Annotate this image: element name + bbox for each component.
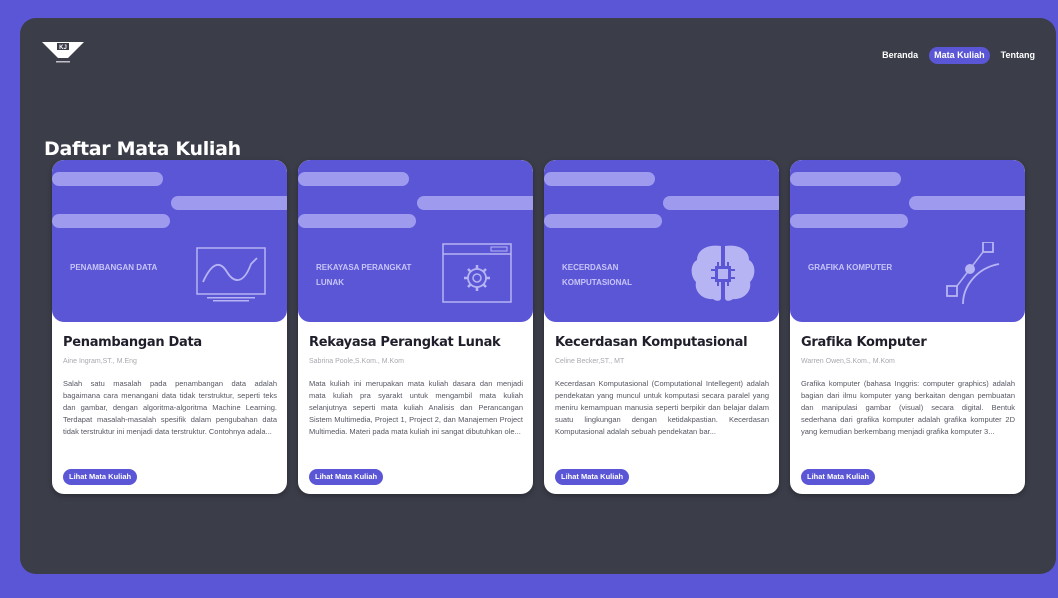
main-nav: Beranda Mata Kuliah Tentang bbox=[877, 47, 1040, 64]
banner-decoration bbox=[298, 214, 416, 228]
line-chart-icon bbox=[196, 247, 266, 302]
banner-label: PENAMBANGAN DATA bbox=[70, 263, 158, 272]
banner-decoration bbox=[790, 172, 901, 186]
banner-label: REKAYASA PERANGKAT LUNAK bbox=[316, 263, 412, 287]
course-title: Kecerdasan Komputasional bbox=[555, 335, 748, 350]
course-card: REKAYASA PERANGKAT LUNAK Rekayasa Perang… bbox=[298, 160, 533, 494]
course-banner: GRAFIKA KOMPUTER bbox=[790, 160, 1025, 322]
course-description: Salah satu masalah pada penambangan data… bbox=[63, 379, 277, 436]
course-card-list: PENAMBANGAN DATA Penambangan Data Aine I… bbox=[52, 160, 1025, 494]
banner-decoration bbox=[909, 196, 1025, 210]
banner-decoration bbox=[544, 172, 655, 186]
course-description: Grafika komputer (bahasa Inggris: comput… bbox=[801, 379, 1015, 436]
main-container: KJ Beranda Mata Kuliah Tentang Daftar Ma… bbox=[20, 18, 1056, 574]
course-author: Celine Becker,ST., MT bbox=[555, 358, 625, 365]
course-card: GRAFIKA KOMPUTER Grafika Komputer Warren… bbox=[790, 160, 1025, 494]
brain-chip-icon bbox=[691, 245, 755, 301]
course-author: Sabrina Poole,S.Kom., M.Kom bbox=[309, 358, 404, 365]
course-author: Warren Owen,S.Kom., M.Kom bbox=[801, 358, 895, 365]
banner-decoration bbox=[52, 214, 170, 228]
banner-decoration bbox=[663, 196, 779, 210]
banner-decoration bbox=[544, 214, 662, 228]
svg-text:KJ: KJ bbox=[59, 45, 67, 51]
course-description: Kecerdasan Komputasional (Computational … bbox=[555, 379, 769, 436]
course-title: Grafika Komputer bbox=[801, 335, 927, 350]
banner-decoration bbox=[52, 172, 163, 186]
course-banner: PENAMBANGAN DATA bbox=[52, 160, 287, 322]
view-course-button[interactable]: Lihat Mata Kuliah bbox=[63, 469, 138, 485]
course-title: Rekayasa Perangkat Lunak bbox=[309, 335, 501, 350]
course-banner: KECERDASAN KOMPUTASIONAL bbox=[544, 160, 779, 322]
banner-label: KECERDASAN KOMPUTASIONAL bbox=[562, 263, 633, 287]
view-course-button[interactable]: Lihat Mata Kuliah bbox=[309, 469, 384, 485]
kj-logo-icon[interactable]: KJ bbox=[40, 40, 86, 66]
banner-label: GRAFIKA KOMPUTER bbox=[808, 263, 893, 272]
page-title: Daftar Mata Kuliah bbox=[44, 138, 241, 160]
bezier-curve-icon bbox=[946, 242, 1000, 304]
course-author: Aine Ingram,ST., M.Eng bbox=[63, 358, 137, 365]
course-title: Penambangan Data bbox=[63, 335, 202, 350]
course-card: KECERDASAN KOMPUTASIONAL Kecerdasan Komp… bbox=[544, 160, 779, 494]
course-description: Mata kuliah ini merupakan mata kuliah da… bbox=[309, 379, 523, 436]
course-card: PENAMBANGAN DATA Penambangan Data Aine I… bbox=[52, 160, 287, 494]
banner-decoration bbox=[417, 196, 533, 210]
browser-gear-icon bbox=[442, 243, 512, 303]
nav-tentang[interactable]: Tentang bbox=[996, 47, 1040, 64]
banner-decoration bbox=[790, 214, 908, 228]
view-course-button[interactable]: Lihat Mata Kuliah bbox=[555, 469, 630, 485]
banner-decoration bbox=[171, 196, 287, 210]
nav-mata-kuliah[interactable]: Mata Kuliah bbox=[929, 47, 990, 64]
banner-decoration bbox=[298, 172, 409, 186]
nav-beranda[interactable]: Beranda bbox=[877, 47, 923, 64]
course-banner: REKAYASA PERANGKAT LUNAK bbox=[298, 160, 533, 322]
view-course-button[interactable]: Lihat Mata Kuliah bbox=[801, 469, 876, 485]
